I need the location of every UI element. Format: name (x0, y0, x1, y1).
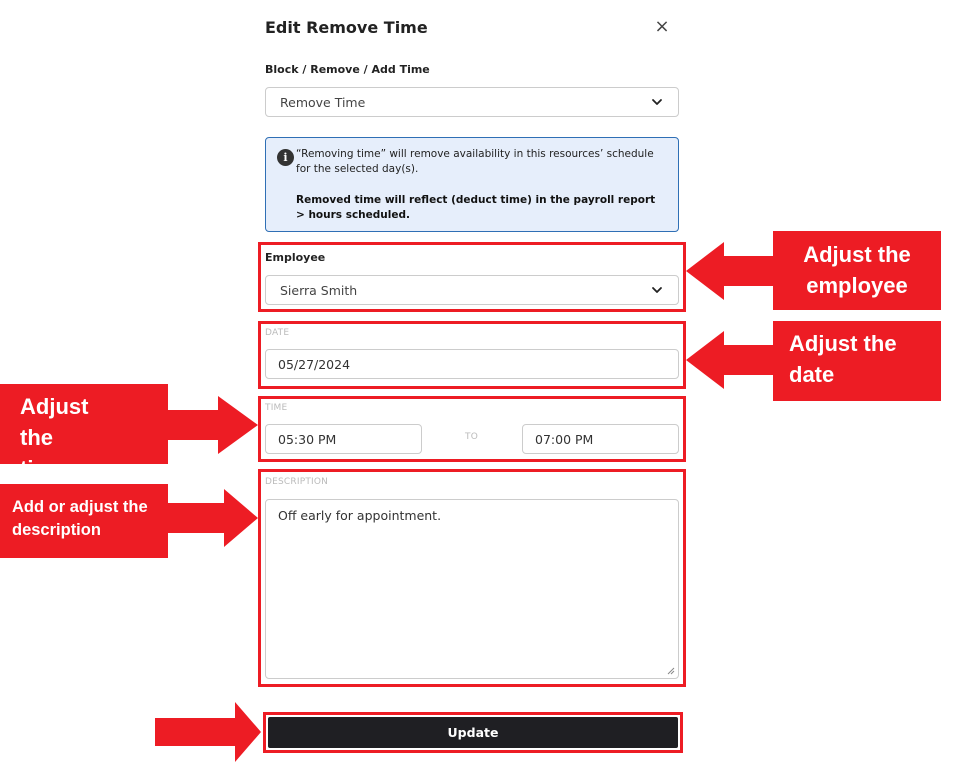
modal-title: Edit Remove Time (265, 18, 428, 37)
date-highlight (258, 321, 686, 389)
left-arrow-icon (686, 242, 776, 300)
type-field-label: Block / Remove / Add Time (265, 63, 430, 76)
right-arrow-icon (166, 396, 258, 454)
callout-date: Adjust the date (773, 321, 941, 401)
left-arrow-icon (686, 331, 776, 389)
description-highlight (258, 469, 686, 687)
callout-employee: Adjust the employee (773, 231, 941, 310)
right-arrow-icon (155, 702, 261, 762)
type-select[interactable]: Remove Time (265, 87, 679, 117)
time-highlight (258, 396, 686, 462)
close-icon[interactable]: × (652, 16, 672, 38)
info-box: i “Removing time” will remove availabili… (265, 137, 679, 232)
info-text: “Removing time” will remove availability… (296, 148, 654, 175)
chevron-down-icon (652, 99, 662, 105)
right-arrow-icon (166, 489, 258, 547)
info-icon: i (277, 149, 294, 166)
update-highlight (263, 712, 683, 753)
info-payroll-note: Removed time will reflect (deduct time) … (296, 194, 656, 221)
callout-time: Adjust the time (0, 384, 168, 481)
employee-highlight (258, 242, 686, 312)
callout-description: Add or adjust the description (0, 484, 168, 558)
type-select-value: Remove Time (280, 94, 366, 110)
